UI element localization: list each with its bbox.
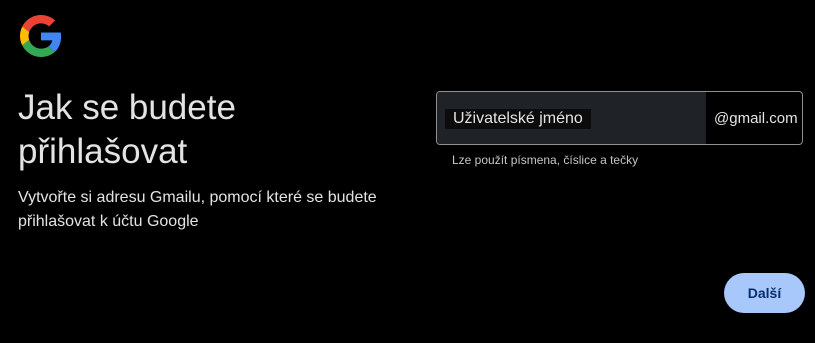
username-input-area[interactable]: Uživatelské jméno: [437, 92, 706, 144]
username-hint: Lze použít písmena, číslice a tečky: [452, 153, 639, 167]
username-label: Uživatelské jméno: [445, 109, 591, 129]
username-field[interactable]: Uživatelské jméno @gmail.com: [436, 91, 803, 145]
page-subtitle: Vytvořte si adresu Gmailu, pomocí které …: [18, 189, 377, 230]
page-title: Jak se budete přihlašovat: [18, 88, 236, 171]
google-logo-icon: [20, 15, 62, 57]
signup-page: Jak se budete přihlašovat Vytvořte si ad…: [0, 0, 815, 343]
next-button[interactable]: Další: [724, 273, 805, 313]
email-domain-suffix: @gmail.com: [714, 109, 798, 127]
